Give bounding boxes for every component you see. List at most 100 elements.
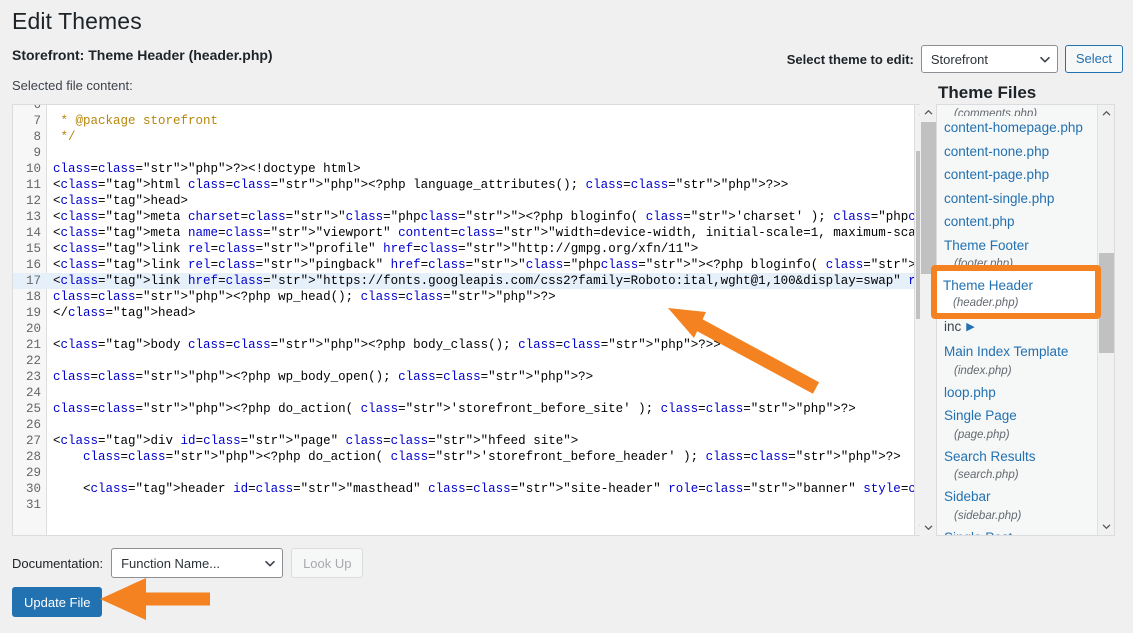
code-line-15[interactable]: 15 <class="tag">link rel=class="str">"pro…: [13, 241, 931, 257]
code-line-11[interactable]: 11 <class="tag">html class=class="str">"p…: [13, 177, 931, 193]
code-line-text[interactable]: * @package storefront: [47, 113, 219, 129]
code-line-8[interactable]: 8 */: [13, 129, 931, 145]
code-line-17[interactable]: 17 <class="tag">link href=class="str">"ht…: [13, 273, 931, 289]
code-lines-container[interactable]: 6 * 7 * @package storefront 8 */9 10 class=c…: [13, 104, 931, 513]
page-title: Edit Themes: [12, 8, 142, 34]
code-line-13[interactable]: 13 <class="tag">meta charset=class="str">…: [13, 209, 931, 225]
file-item-name: content-single.php: [944, 190, 1055, 206]
selected-file-content-label: Selected file content:: [12, 78, 133, 93]
code-line-text[interactable]: *: [47, 105, 69, 113]
code-line-26[interactable]: 26: [13, 417, 931, 433]
file-item-theme-footer[interactable]: Theme Footer (footer.php): [937, 234, 1114, 275]
chevron-down-icon: [1039, 54, 1050, 64]
line-number: 12: [25, 194, 41, 208]
code-line-21[interactable]: 21 <class="tag">body class=class="str">"p…: [13, 337, 931, 353]
list-item-partial[interactable]: (comments.php): [937, 107, 1114, 116]
code-line-16[interactable]: 16 <class="tag">link rel=class="str">"pin…: [13, 257, 931, 273]
update-file-button[interactable]: Update File: [12, 587, 103, 617]
chevron-up-icon[interactable]: [1098, 105, 1114, 122]
theme-files-outer-scrollbar[interactable]: [920, 104, 937, 536]
code-line-20[interactable]: 20: [13, 321, 931, 337]
code-line-10[interactable]: 10 class=class="str">"php">?><!doctype ht…: [13, 161, 931, 177]
code-line-text[interactable]: class=class="str">"php"><?php wp_head();…: [47, 289, 556, 305]
file-item-content-homepage-php[interactable]: content-homepage.php: [937, 116, 1114, 140]
line-number: 29: [25, 466, 41, 480]
code-line-text[interactable]: <class="tag">body class=class="str">"php…: [47, 337, 721, 353]
code-line-text[interactable]: <class="tag">head>: [47, 193, 188, 209]
file-item-search-results[interactable]: Search Results (search.php): [937, 445, 1114, 486]
code-line-7[interactable]: 7 * @package storefront: [13, 113, 931, 129]
code-editor[interactable]: 6 * 7 * @package storefront 8 */9 10 class=c…: [12, 104, 932, 536]
chevron-down-icon[interactable]: [920, 519, 937, 536]
select-theme-button[interactable]: Select: [1064, 45, 1123, 73]
line-number: 21: [25, 338, 41, 352]
code-line-14[interactable]: 14 <class="tag">meta name=class="str">"vi…: [13, 225, 931, 241]
file-item-theme-header[interactable]: Theme Header (header.php): [937, 274, 1114, 315]
code-line-text[interactable]: */: [47, 129, 76, 145]
file-item-content-page-php[interactable]: content-page.php: [937, 163, 1114, 187]
code-line-text[interactable]: <class="tag">meta charset=class="str">"c…: [47, 209, 931, 225]
code-line-29[interactable]: 29: [13, 465, 931, 481]
code-line-22[interactable]: 22: [13, 353, 931, 369]
file-item-loop-php[interactable]: loop.php: [937, 381, 1114, 405]
code-line-text[interactable]: <class="tag">html class=class="str">"php…: [47, 177, 788, 193]
file-item-filename: (sidebar.php): [954, 509, 1022, 522]
line-number: 19: [25, 306, 41, 320]
file-item-name: content-none.php: [944, 143, 1050, 159]
line-number: 6: [33, 104, 41, 112]
code-line-text[interactable]: class=class="str">"php">?><!doctype html…: [47, 161, 361, 177]
code-line-text[interactable]: <class="tag">link rel=class="str">"profi…: [47, 241, 698, 257]
code-line-9[interactable]: 9: [13, 145, 931, 161]
code-line-25[interactable]: 25 class=class="str">"php"><?php do_actio…: [13, 401, 931, 417]
file-item-name: Search Results: [944, 448, 1036, 464]
chevron-up-icon[interactable]: [920, 104, 937, 121]
theme-files-items: content-homepage.php content-none.php cont…: [937, 116, 1114, 536]
file-item-filename: (footer.php): [954, 258, 1014, 270]
code-line-text[interactable]: class=class="str">"php"><?php do_action(…: [47, 401, 856, 417]
code-line-24[interactable]: 24: [13, 385, 931, 401]
code-line-text[interactable]: <class="tag">div id=class="str">"page" c…: [47, 433, 578, 449]
line-number: 27: [25, 434, 41, 448]
file-item-main-index-template[interactable]: Main Index Template (index.php): [937, 340, 1114, 381]
code-line-23[interactable]: 23 class=class="str">"php"><?php wp_body_…: [13, 369, 931, 385]
file-item-single-page[interactable]: Single Page (page.php): [937, 404, 1114, 445]
theme-files-outer-scroll-thumb[interactable]: [921, 122, 936, 274]
theme-files-list[interactable]: (comments.php) content-homepage.php conte…: [937, 104, 1115, 536]
code-line-6[interactable]: 6 *: [13, 104, 931, 113]
code-line-31[interactable]: 31: [13, 497, 931, 513]
caret-right-icon[interactable]: ▶: [966, 317, 974, 339]
code-line-28[interactable]: 28 class=class="str">"php"><?php do_acti…: [13, 449, 931, 465]
chevron-down-icon[interactable]: [1098, 518, 1114, 535]
file-item-name: Sidebar: [944, 489, 991, 504]
code-line-text[interactable]: </class="tag">head>: [47, 305, 196, 321]
code-line-text[interactable]: <class="tag">meta name=class="str">"view…: [47, 225, 931, 241]
theme-files-inner-scroll-thumb[interactable]: [1099, 253, 1114, 353]
file-item-sidebar[interactable]: Sidebar (sidebar.php): [937, 485, 1114, 526]
documentation-row: Documentation: Function Name... Look Up: [12, 548, 364, 578]
function-name-value: Function Name...: [121, 555, 221, 571]
look-up-button[interactable]: Look Up: [291, 548, 364, 578]
code-line-text[interactable]: <class="tag">link href=class="str">"http…: [47, 273, 931, 289]
theme-select-dropdown[interactable]: Storefront: [920, 45, 1058, 73]
file-item-content-none-php[interactable]: content-none.php: [937, 140, 1114, 164]
line-number: 9: [33, 146, 41, 160]
file-item-content-single-php[interactable]: content-single.php: [937, 187, 1114, 211]
file-item-name: content.php: [944, 214, 1015, 229]
file-item-single-post[interactable]: Single Post: [937, 526, 1114, 536]
function-name-dropdown[interactable]: Function Name...: [111, 548, 284, 578]
code-line-18[interactable]: 18 class=class="str">"php"><?php wp_head(…: [13, 289, 931, 305]
code-line-text[interactable]: <class="tag">header id=class="str">"mast…: [47, 481, 931, 497]
code-line-19[interactable]: 19 </class="tag">head>: [13, 305, 931, 321]
code-line-12[interactable]: 12 <class="tag">head>: [13, 193, 931, 209]
select-theme-label: Select theme to edit:: [786, 51, 914, 67]
code-line-text[interactable]: class=class="str">"php"><?php wp_body_op…: [47, 369, 593, 385]
file-subtitle: Storefront: Theme Header (header.php): [12, 47, 273, 63]
code-line-30[interactable]: 30 <class="tag">header id=class="str">"m…: [13, 481, 931, 497]
file-item-content-php[interactable]: content.php: [937, 210, 1114, 234]
file-item-inc[interactable]: inc ▶: [937, 315, 1114, 341]
code-line-27[interactable]: 27 <class="tag">div id=class="str">"page"…: [13, 433, 931, 449]
code-line-text[interactable]: class=class="str">"php"><?php do_action(…: [47, 449, 901, 465]
file-item-name: content-homepage.php: [944, 120, 1083, 135]
theme-files-inner-scrollbar[interactable]: [1097, 105, 1114, 535]
code-line-text[interactable]: <class="tag">link rel=class="str">"pingb…: [47, 257, 931, 273]
